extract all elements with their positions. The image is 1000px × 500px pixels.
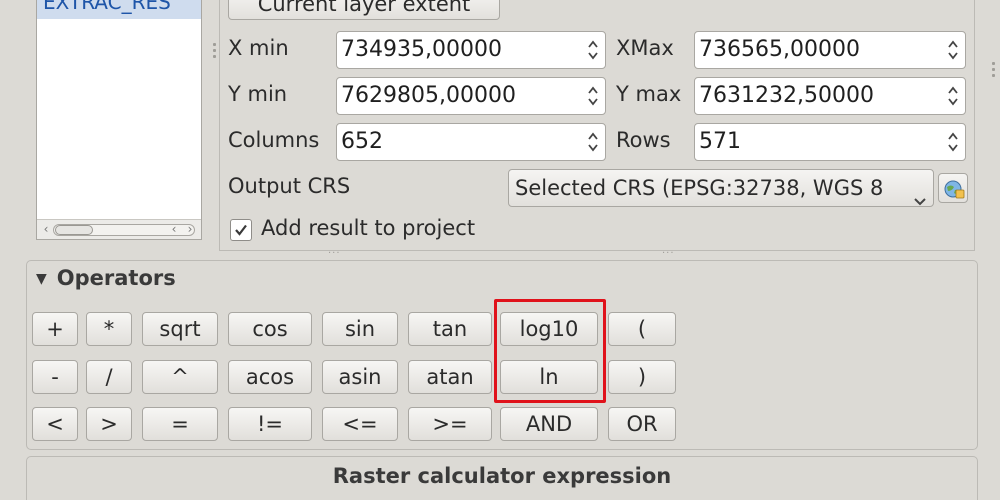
add-result-label[interactable]: Add result to project — [261, 216, 475, 240]
scrollbar-handle[interactable] — [55, 225, 93, 235]
output-crs-value: Selected CRS (EPSG:32738, WGS 8 — [515, 176, 884, 200]
operators-header[interactable]: ▼ Operators — [36, 266, 176, 290]
xmax-label: XMax — [616, 36, 674, 60]
columns-label: Columns — [228, 128, 320, 152]
scroll-right-icon[interactable]: › — [183, 222, 197, 236]
spin-arrows-icon[interactable] — [587, 84, 599, 108]
columns-spinbox[interactable]: 652 — [336, 123, 606, 161]
select-crs-button[interactable] — [938, 173, 968, 203]
collapse-triangle-icon[interactable]: ▼ — [36, 271, 47, 287]
operators-title: Operators — [56, 266, 176, 290]
splitter-handle[interactable]: ··· — [328, 248, 341, 259]
operator-button[interactable]: > — [86, 407, 132, 441]
spin-arrows-icon[interactable] — [947, 130, 959, 154]
xmin-spinbox[interactable]: 734935,00000 — [336, 31, 606, 69]
list-item[interactable]: EXTRAC_RES — [37, 0, 201, 19]
ymin-spinbox[interactable]: 7629805,00000 — [336, 77, 606, 115]
checkmark-icon — [233, 222, 249, 242]
operator-button[interactable]: ) — [608, 360, 676, 394]
spin-arrows-icon[interactable] — [947, 38, 959, 62]
operator-button[interactable]: <= — [322, 407, 398, 441]
highlight-box — [494, 299, 606, 403]
xmax-value: 736565,00000 — [699, 37, 860, 62]
expression-title: Raster calculator expression — [332, 464, 672, 488]
operator-button[interactable]: = — [142, 407, 218, 441]
operator-button[interactable]: * — [86, 312, 132, 346]
splitter-handle[interactable]: ··· — [662, 248, 675, 259]
operator-button[interactable]: atan — [408, 360, 492, 394]
scroll-left-icon[interactable]: ‹ — [39, 222, 53, 236]
rows-value: 571 — [699, 129, 741, 154]
spin-arrows-icon[interactable] — [587, 130, 599, 154]
operator-button[interactable]: >= — [408, 407, 492, 441]
operator-button[interactable]: ( — [608, 312, 676, 346]
operator-button[interactable]: tan — [408, 312, 492, 346]
operator-button[interactable]: acos — [228, 360, 312, 394]
ymax-spinbox[interactable]: 7631232,50000 — [694, 77, 966, 115]
add-result-checkbox[interactable] — [230, 219, 252, 241]
operator-button[interactable]: sqrt — [142, 312, 218, 346]
ymax-label: Y max — [616, 82, 682, 106]
operator-button[interactable]: sin — [322, 312, 398, 346]
spin-arrows-icon[interactable] — [947, 84, 959, 108]
chevron-down-icon[interactable] — [913, 182, 927, 206]
operator-button[interactable]: ^ — [142, 360, 218, 394]
ymax-value: 7631232,50000 — [699, 83, 874, 108]
scroll-left-icon[interactable]: ‹ — [167, 222, 181, 236]
xmin-value: 734935,00000 — [341, 37, 502, 62]
columns-value: 652 — [341, 129, 383, 154]
rows-label: Rows — [616, 128, 671, 152]
operator-button[interactable]: - — [32, 360, 78, 394]
scroll-area-edge — [978, 0, 1000, 258]
operator-button[interactable]: cos — [228, 312, 312, 346]
xmax-spinbox[interactable]: 736565,00000 — [694, 31, 966, 69]
xmin-label: X min — [228, 36, 289, 60]
operator-button[interactable]: + — [32, 312, 78, 346]
ymin-label: Y min — [228, 82, 288, 106]
raster-bands-list[interactable]: EXTRAC_RES ‹ ‹ › — [36, 0, 202, 240]
operator-button[interactable]: asin — [322, 360, 398, 394]
operator-button[interactable]: / — [86, 360, 132, 394]
rows-spinbox[interactable]: 571 — [694, 123, 966, 161]
ymin-value: 7629805,00000 — [341, 83, 516, 108]
operator-button[interactable]: AND — [500, 407, 598, 441]
current-layer-extent-button[interactable]: Current layer extent — [228, 0, 500, 20]
operator-button[interactable]: OR — [608, 407, 676, 441]
spin-arrows-icon[interactable] — [587, 38, 599, 62]
horizontal-scrollbar[interactable]: ‹ ‹ › — [37, 219, 201, 239]
splitter-handle[interactable] — [210, 40, 218, 70]
output-crs-select[interactable]: Selected CRS (EPSG:32738, WGS 8 — [508, 169, 934, 207]
operator-button[interactable]: != — [228, 407, 312, 441]
operator-button[interactable]: < — [32, 407, 78, 441]
output-crs-label: Output CRS — [228, 174, 351, 198]
globe-icon — [943, 178, 965, 204]
